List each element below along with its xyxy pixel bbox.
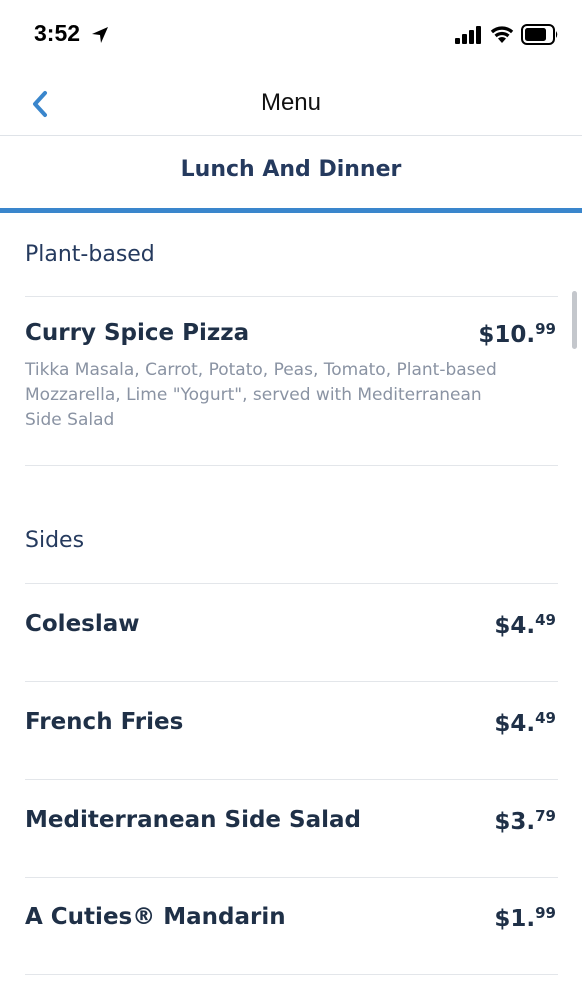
price-cents: 49 [535,709,556,727]
divider [25,877,558,878]
tab-selected-indicator [0,208,582,213]
price-cents: 79 [535,807,556,825]
item-name: Curry Spice Pizza [25,320,250,346]
divider [25,681,558,682]
price-cents: 99 [535,320,556,338]
item-price: $3.79 [494,807,556,835]
price-dollars: $3. [494,809,536,835]
price-dollars: $4. [494,613,536,639]
menu-list[interactable]: Plant-based Curry Spice Pizza $10.99 Tik… [0,215,582,1000]
price-cents: 49 [535,611,556,629]
item-name: Coleslaw [25,611,140,637]
item-name: Mediterranean Side Salad [25,807,361,833]
tab-lunch-and-dinner[interactable]: Lunch And Dinner [0,157,582,182]
wifi-icon [490,26,514,43]
item-price: $4.49 [494,709,556,737]
price-cents: 99 [535,904,556,922]
page-title: Menu [260,89,322,116]
section-header-plant-based: Plant-based [25,242,155,267]
navigation-bar: Menu [0,72,582,136]
price-dollars: $4. [494,711,536,737]
divider [25,779,558,780]
divider [25,296,558,297]
divider [25,974,558,975]
screen: 3:52 Menu Lunch And Dinner Plant-based C… [0,0,582,1000]
price-dollars: $10. [478,322,536,348]
item-price: $10.99 [478,320,556,348]
item-name: A Cuties® Mandarin [25,904,286,930]
tab-bar: Lunch And Dinner [0,137,582,215]
item-price: $1.99 [494,904,556,932]
divider [25,465,558,466]
item-name: French Fries [25,709,184,735]
item-price: $4.49 [494,611,556,639]
item-description: Tikka Masala, Carrot, Potato, Peas, Toma… [25,360,497,430]
divider [25,583,558,584]
price-dollars: $1. [494,906,536,932]
section-header-sides: Sides [25,528,85,553]
cellular-signal-icon [455,26,481,44]
location-arrow-icon [92,27,108,43]
scrollbar[interactable] [572,291,577,349]
battery-icon [521,24,558,45]
status-time: 3:52 [34,20,81,46]
status-bar: 3:52 [0,0,582,72]
